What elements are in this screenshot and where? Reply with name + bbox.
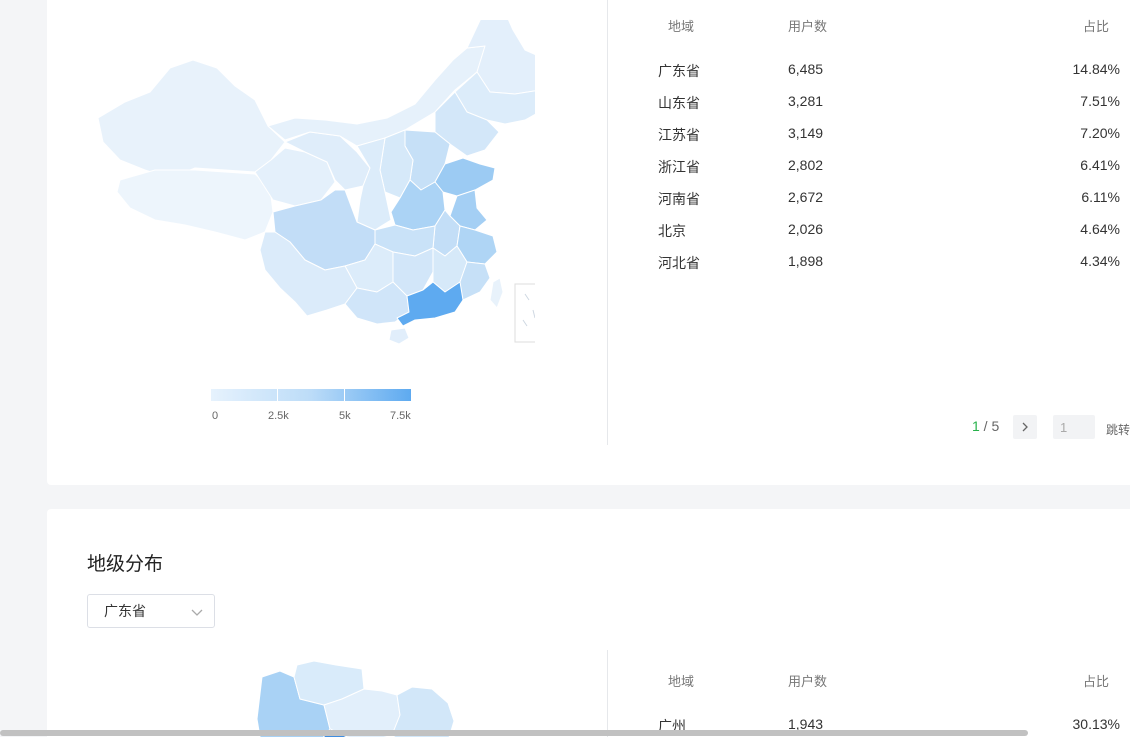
column-header-region[interactable]: 地域 (668, 671, 694, 690)
cell-region: 河北省 (658, 255, 700, 271)
cell-share: 4.34% (1080, 253, 1120, 269)
cell-region: 广东省 (658, 63, 700, 79)
guangdong-city-map[interactable] (252, 659, 462, 737)
next-page-button[interactable] (1013, 415, 1037, 439)
province-select[interactable]: 广东省 (87, 594, 215, 628)
cell-users: 2,802 (788, 157, 824, 173)
page-jump-input[interactable] (1053, 415, 1095, 439)
column-header-region[interactable]: 地域 (668, 16, 694, 35)
current-page: 1 (972, 418, 980, 434)
china-province-map[interactable] (95, 20, 535, 360)
legend-tick: 7.5k (390, 410, 411, 422)
horizontal-scrollbar[interactable] (0, 730, 1028, 736)
map-region-xinjiang[interactable] (97, 59, 286, 179)
map-region-taiwan[interactable] (489, 277, 504, 309)
panel-divider (607, 0, 608, 445)
cell-users: 3,281 (788, 93, 824, 109)
cell-users: 2,672 (788, 189, 824, 205)
cell-share: 4.64% (1080, 221, 1120, 237)
page-indicator: 1 / 5 (972, 418, 1000, 434)
legend-tick: 5k (339, 410, 351, 422)
legend-tick: 2.5k (268, 410, 289, 422)
cell-share: 7.20% (1080, 125, 1120, 141)
cell-users: 6,485 (788, 61, 824, 77)
cell-users: 1,898 (788, 253, 824, 269)
province-select-value: 广东省 (104, 603, 146, 619)
cell-region: 山东省 (658, 95, 700, 111)
section-title: 地级分布 (87, 554, 164, 575)
cell-region: 河南省 (658, 191, 700, 207)
map-region-tibet[interactable] (116, 169, 274, 241)
cell-share: 14.84% (1072, 61, 1120, 77)
cell-region: 北京 (658, 223, 686, 239)
cell-share: 6.11% (1081, 189, 1120, 205)
cell-share: 6.41% (1080, 157, 1120, 173)
column-header-users[interactable]: 用户数 (788, 671, 827, 690)
cell-users: 3,149 (788, 125, 824, 141)
province-distribution-card: 0 2.5k 5k 7.5k 地域 用户数 占比 广东省 6,485 14.84… (47, 0, 1130, 485)
chevron-down-icon (191, 609, 203, 616)
chevron-right-icon (1022, 422, 1028, 432)
column-header-share[interactable]: 占比 (1083, 671, 1109, 690)
legend-gradient-bar (211, 389, 411, 401)
cell-users: 2,026 (788, 221, 824, 237)
cell-share: 7.51% (1080, 93, 1120, 109)
column-header-share[interactable]: 占比 (1083, 16, 1109, 35)
south-china-sea-inset (514, 283, 535, 343)
panel-divider (607, 650, 608, 737)
cell-region: 江苏省 (658, 127, 700, 143)
column-header-users[interactable]: 用户数 (788, 16, 827, 35)
cell-region: 浙江省 (658, 159, 700, 175)
total-pages: 5 (991, 418, 1000, 434)
map-region-hainan[interactable] (388, 327, 410, 345)
jump-button[interactable]: 跳转 (1106, 421, 1130, 438)
city-distribution-card: 地级分布 广东省 地域 用户数 占比 广州 1,943 30.13% (47, 509, 1130, 737)
legend-tick: 0 (212, 410, 219, 422)
